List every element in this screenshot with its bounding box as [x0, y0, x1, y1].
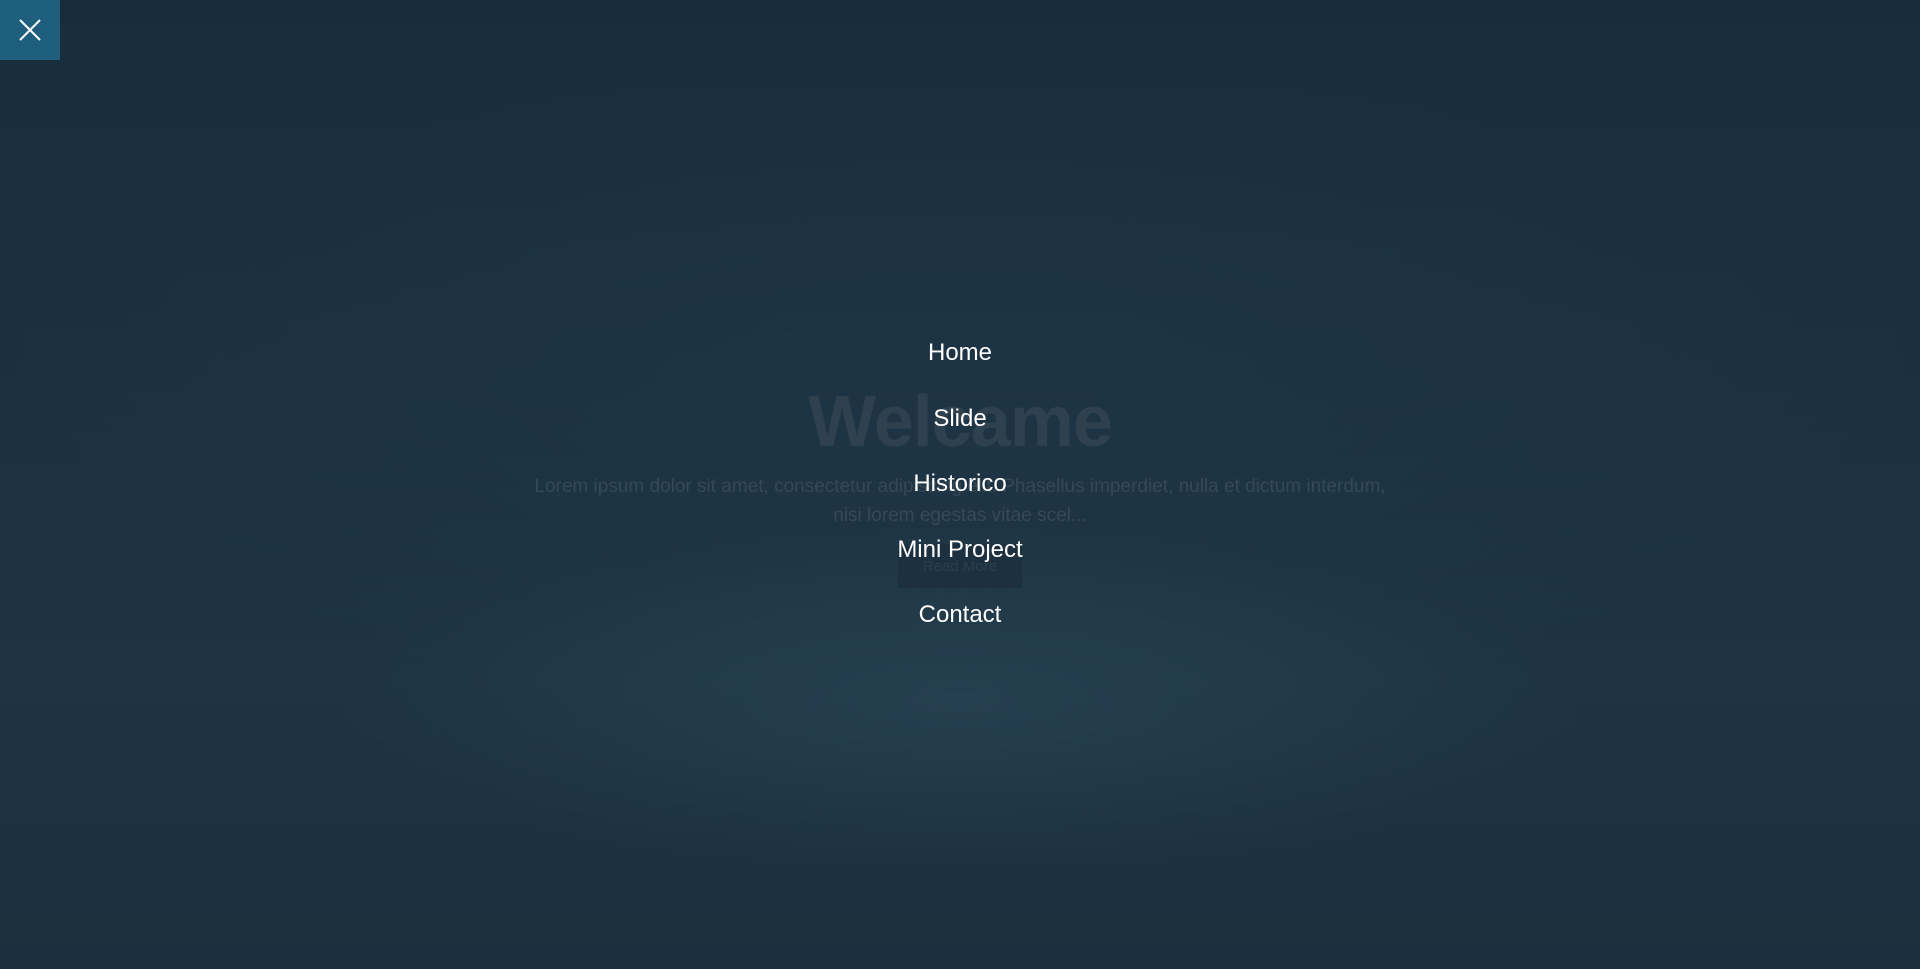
main-menu: Home Slide Historico Mini Project Contac…	[0, 333, 1920, 661]
menu-item-mini-project: Mini Project	[0, 530, 1920, 596]
menu-link-slide[interactable]: Slide	[933, 399, 986, 439]
menu-link-historico[interactable]: Historico	[913, 464, 1006, 504]
menu-item-contact: Contact	[0, 595, 1920, 661]
menu-link-contact[interactable]: Contact	[919, 595, 1002, 635]
menu-item-historico: Historico	[0, 464, 1920, 530]
close-menu-button[interactable]	[0, 0, 60, 60]
menu-item-home: Home	[0, 333, 1920, 399]
menu-link-home[interactable]: Home	[928, 333, 992, 373]
menu-link-mini-project[interactable]: Mini Project	[897, 530, 1022, 570]
close-icon	[19, 19, 41, 41]
menu-item-slide: Slide	[0, 399, 1920, 465]
